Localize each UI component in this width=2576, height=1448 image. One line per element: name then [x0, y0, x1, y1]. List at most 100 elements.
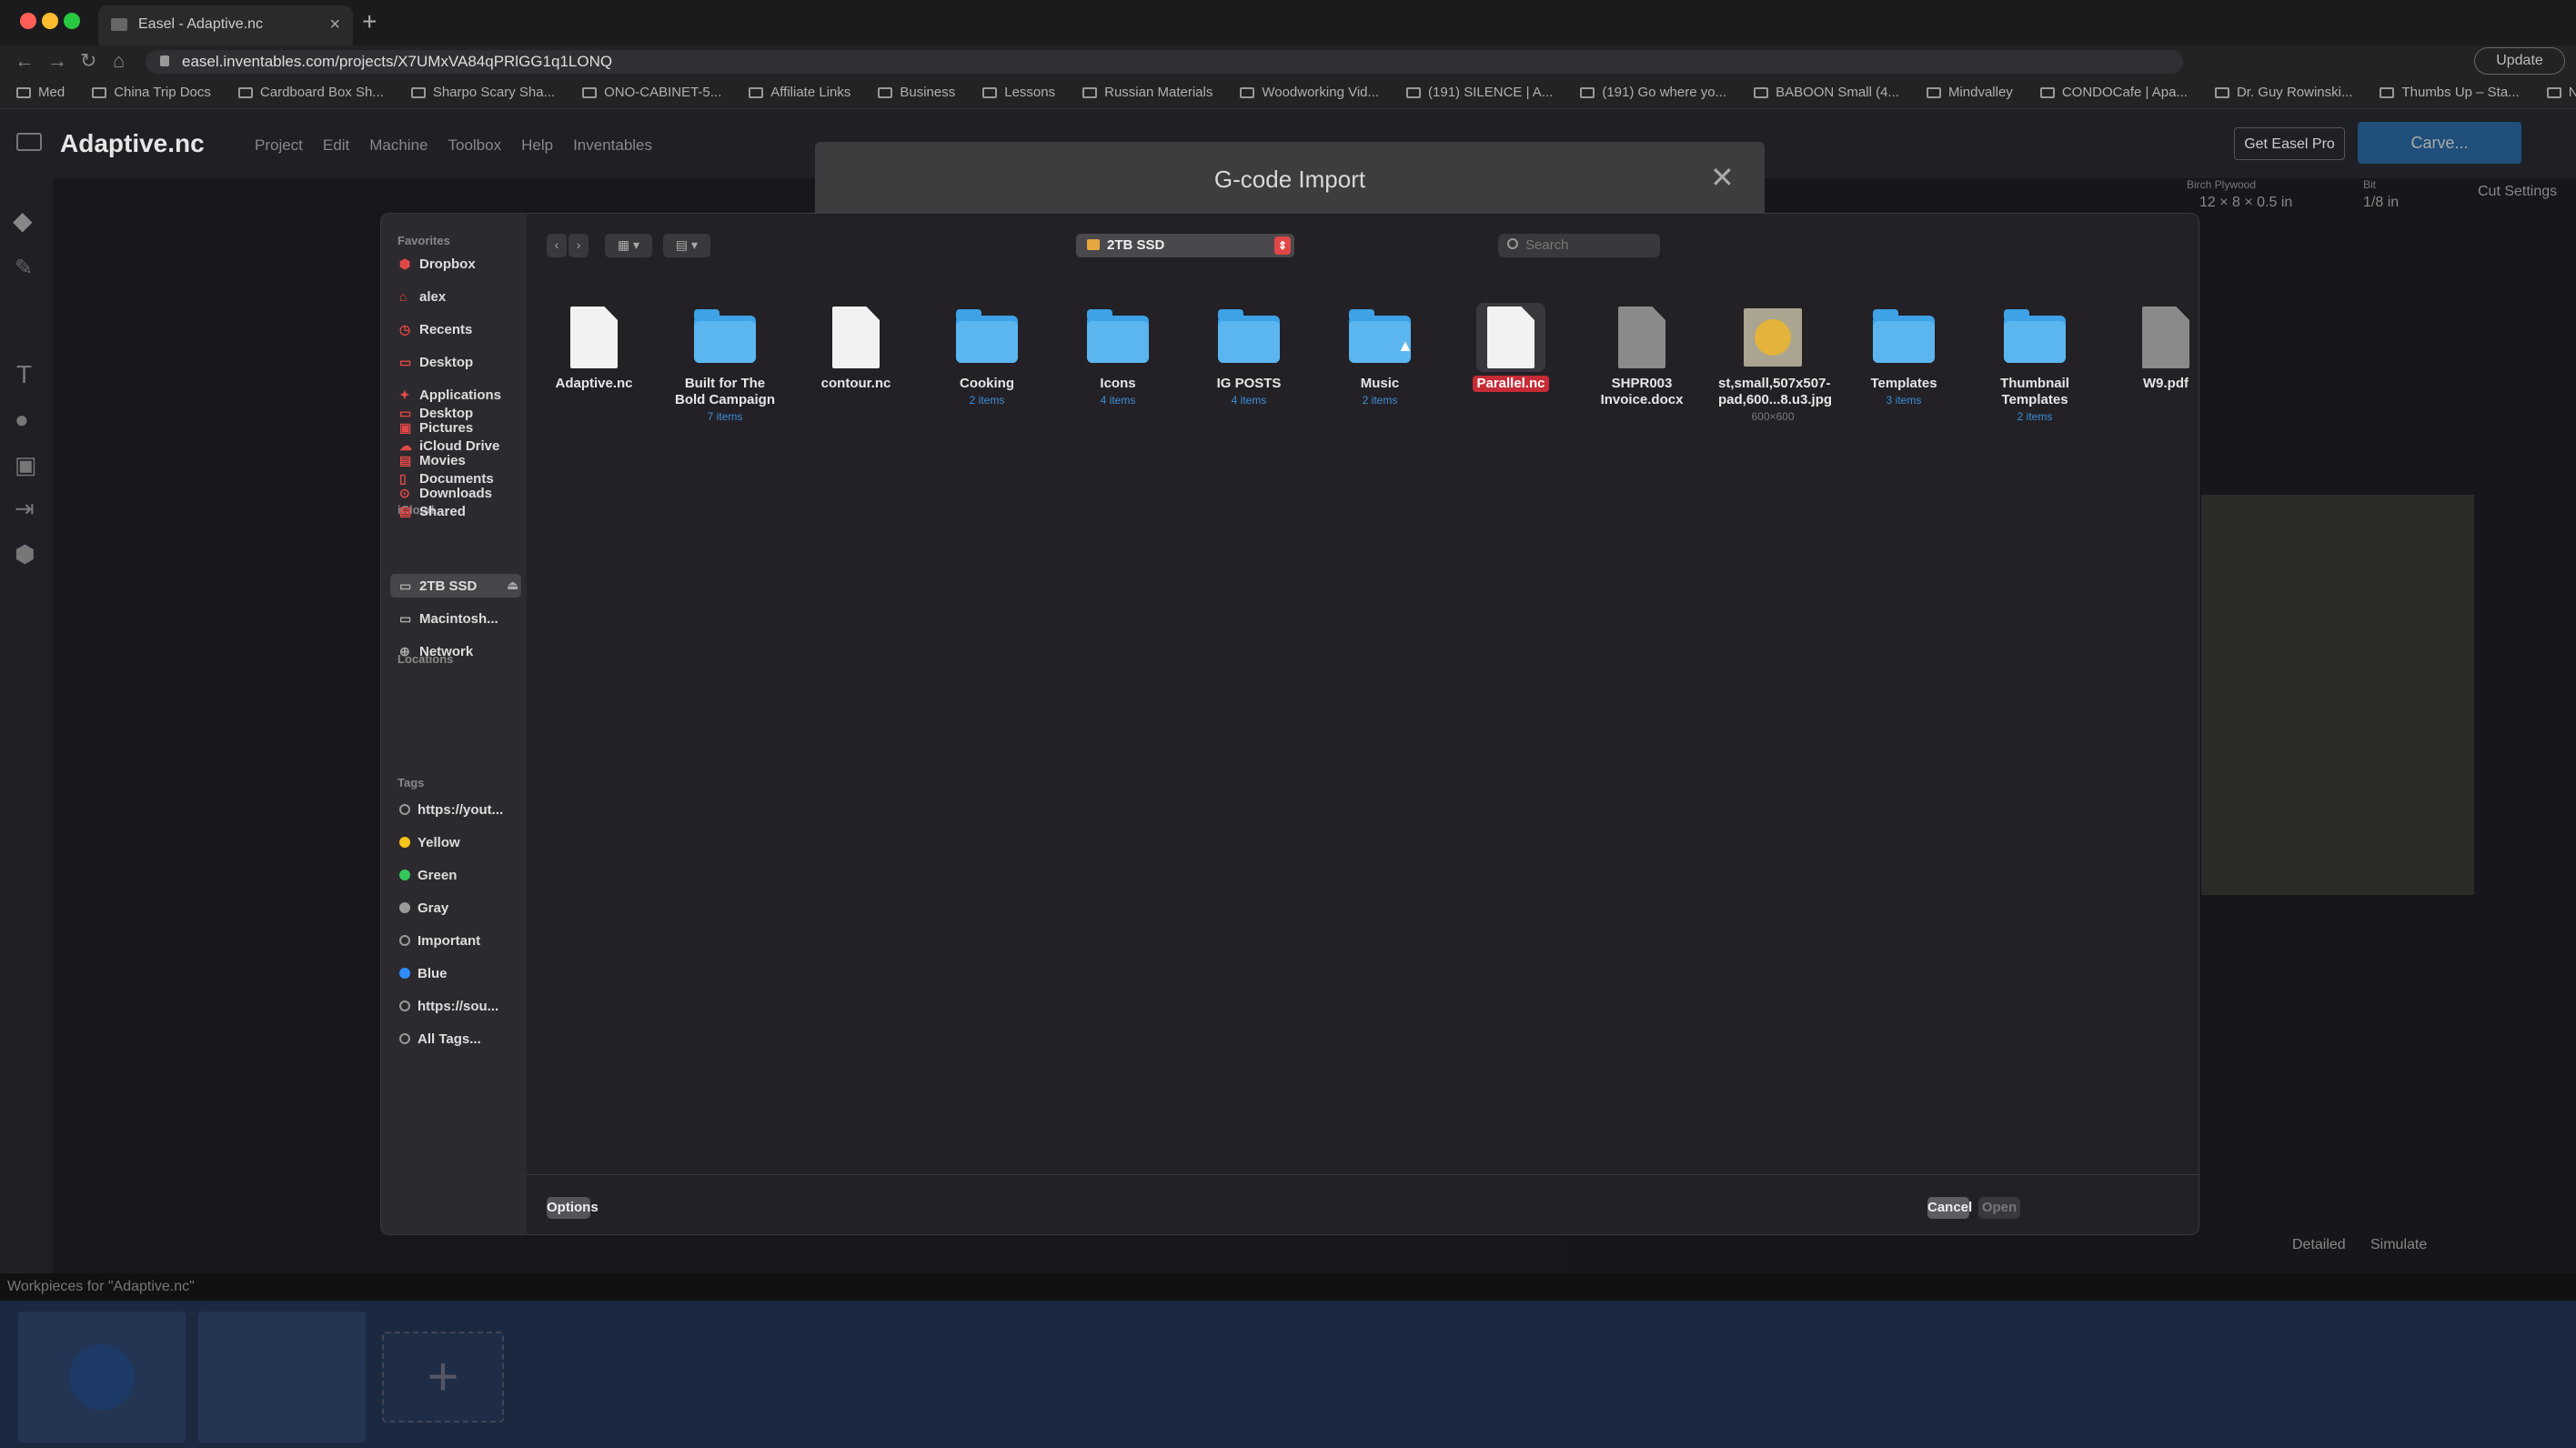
menu-item-toolbox[interactable]: Toolbox	[448, 136, 501, 155]
cancel-button[interactable]: Cancel	[1927, 1197, 1972, 1219]
options-button[interactable]: Options	[547, 1197, 599, 1219]
sidebar-item-network[interactable]: ⊕ Network	[399, 639, 521, 663]
file-item[interactable]: Adaptive.nc	[536, 303, 652, 392]
bookmark-item[interactable]: Sharpo Scary Sha...	[410, 85, 555, 100]
open-button[interactable]: Open	[1978, 1197, 2020, 1219]
simulate-button[interactable]: Simulate	[2370, 1237, 2427, 1253]
back-icon[interactable]: ←	[15, 49, 35, 73]
file-item[interactable]: Thumbnail Templates 2 items	[1977, 303, 2093, 423]
bookmark-item[interactable]: Mindvalley	[1926, 85, 2013, 100]
bookmark-item[interactable]: Affiliate Links	[749, 85, 850, 100]
home-icon[interactable]: ⌂	[113, 49, 125, 73]
add-workpiece-button[interactable]: +	[382, 1332, 504, 1423]
eject-icon[interactable]: ⏏	[507, 578, 518, 593]
sidebar-location-icon: ▭	[399, 406, 412, 420]
bookmark-item[interactable]: ONO-CABINET-5...	[582, 85, 721, 100]
text-icon[interactable]: T	[16, 360, 32, 389]
group-by-icon[interactable]: ▤ ▾	[663, 234, 710, 257]
file-item[interactable]: Music 2 items	[1322, 303, 1438, 407]
menu-item-inventables[interactable]: Inventables	[573, 136, 652, 155]
tag-item[interactable]: https://yout...	[399, 798, 521, 821]
shapes-icon[interactable]: ◆	[13, 206, 33, 236]
tag-item[interactable]: https://sou...	[399, 994, 521, 1018]
bookmark-item[interactable]: Russian Materials	[1082, 85, 1213, 100]
file-item[interactable]: IG POSTS 4 items	[1191, 303, 1307, 407]
file-count: 3 items	[1886, 394, 1922, 407]
tag-item[interactable]: Yellow	[399, 830, 521, 854]
bit-size[interactable]: 1/8 in	[2363, 195, 2399, 211]
file-item[interactable]: Cooking 2 items	[929, 303, 1045, 407]
sidebar-item-icloud-drive[interactable]: ☁ iCloud Drive	[399, 434, 521, 458]
new-tab-button[interactable]: +	[362, 7, 377, 36]
file-item[interactable]: contour.nc	[798, 303, 914, 392]
tag-item[interactable]: Gray	[399, 896, 521, 920]
tag-item[interactable]: Blue	[399, 961, 521, 985]
zoom-window-button[interactable]	[64, 13, 80, 29]
tag-item[interactable]: Important	[399, 929, 521, 952]
tag-item[interactable]: All Tags...	[399, 1027, 521, 1051]
location-select[interactable]: 2TB SSD ⇕	[1076, 234, 1294, 257]
bookmark-item[interactable]: Notion Fundament...	[2546, 85, 2576, 100]
tab-close-icon[interactable]: ×	[329, 15, 340, 35]
forward-icon[interactable]: ›	[569, 234, 589, 257]
bookmark-item[interactable]: Med	[16, 85, 65, 100]
project-title[interactable]: Adaptive.nc	[60, 129, 205, 158]
bookmark-item[interactable]: Cardboard Box Sh...	[237, 85, 384, 100]
bookmark-item[interactable]: Lessons	[982, 85, 1055, 100]
menu-item-project[interactable]: Project	[255, 136, 303, 155]
file-item[interactable]: Built for The Bold Campaign 7 items	[667, 303, 783, 423]
update-button[interactable]: Update	[2474, 47, 2565, 75]
tag-item[interactable]: Green	[399, 863, 521, 887]
workpiece-thumbnail[interactable]	[198, 1312, 366, 1443]
browser-tab[interactable]: Easel - Adaptive.nc ×	[98, 5, 353, 45]
sidebar-item-alex[interactable]: ⌂ alex	[399, 285, 521, 308]
icon-view-icon[interactable]: ▦ ▾	[605, 234, 652, 257]
menu-item-machine[interactable]: Machine	[369, 136, 428, 155]
bookmark-item[interactable]: (191) SILENCE | A...	[1406, 85, 1553, 100]
get-easel-pro-button[interactable]: Get Easel Pro	[2234, 127, 2345, 160]
bookmark-item[interactable]: BABOON Small (4...	[1754, 85, 1899, 100]
material-dimensions[interactable]: 12 × 8 × 0.5 in	[2199, 195, 2381, 211]
forward-icon[interactable]: →	[47, 49, 67, 73]
bookmark-item[interactable]: Business	[878, 85, 955, 100]
bookmark-item[interactable]: Woodworking Vid...	[1240, 85, 1379, 100]
close-window-button[interactable]	[20, 13, 36, 29]
bookmark-item[interactable]: China Trip Docs	[92, 85, 211, 100]
export-icon[interactable]: ⇥	[15, 495, 35, 523]
carve-button[interactable]: Carve...	[2358, 122, 2521, 164]
minimize-window-button[interactable]	[42, 13, 58, 29]
import-icon[interactable]: ▣	[15, 451, 37, 479]
menu-item-edit[interactable]: Edit	[323, 136, 349, 155]
sidebar-item-desktop[interactable]: ▭ Desktop	[399, 401, 521, 425]
pen-icon[interactable]: ✎	[15, 255, 33, 281]
file-item[interactable]: Icons 4 items	[1060, 303, 1176, 407]
bookmark-item[interactable]: Dr. Guy Rowinski...	[2214, 85, 2352, 100]
sidebar-item-2tb-ssd[interactable]: ▭ 2TB SSD	[390, 574, 521, 598]
file-item[interactable]: st,small,507x507-pad,600...8.u3.jpg 600×6…	[1715, 303, 1832, 423]
reload-icon[interactable]: ↻	[80, 49, 96, 73]
3d-icon[interactable]: ⬢	[15, 540, 35, 568]
sidebar-item-desktop[interactable]: ▭ Desktop	[399, 350, 521, 374]
bookmark-item[interactable]: CONDOCafe | Apa...	[2039, 85, 2188, 100]
file-item[interactable]: Templates 3 items	[1846, 303, 1962, 407]
sidebar-item-dropbox[interactable]: ⬢ Dropbox	[399, 252, 521, 276]
search-input[interactable]: Search	[1498, 234, 1660, 257]
file-item[interactable]: W9.pdf	[2108, 303, 2199, 392]
menu-item-help[interactable]: Help	[521, 136, 553, 155]
workpiece-thumbnail[interactable]	[18, 1312, 186, 1443]
file-item[interactable]: Parallel.nc	[1453, 303, 1569, 392]
material-name[interactable]: Birch Plywood	[2187, 178, 2369, 191]
sidebar-item-shared[interactable]: ▤ Shared	[399, 499, 521, 523]
file-item[interactable]: SHPR003 Invoice.docx	[1584, 303, 1700, 408]
apps-icon[interactable]: ●	[15, 406, 29, 434]
sidebar-item-macintosh-[interactable]: ▭ Macintosh...	[399, 607, 521, 630]
sidebar-item-documents[interactable]: ▯ Documents	[399, 467, 521, 490]
bookmark-item[interactable]: (191) Go where yo...	[1580, 85, 1726, 100]
cut-settings-button[interactable]: Cut Settings	[2478, 184, 2557, 200]
detailed-toggle[interactable]: Detailed	[2292, 1237, 2346, 1253]
back-icon[interactable]: ‹	[547, 234, 567, 257]
bookmark-item[interactable]: Thumbs Up – Sta...	[2380, 85, 2520, 100]
sidebar-item-recents[interactable]: ◷ Recents	[399, 317, 521, 341]
address-bar[interactable]: easel.inventables.com/projects/X7UMxVA84…	[146, 50, 2183, 74]
close-icon[interactable]: ✕	[1710, 160, 1735, 195]
